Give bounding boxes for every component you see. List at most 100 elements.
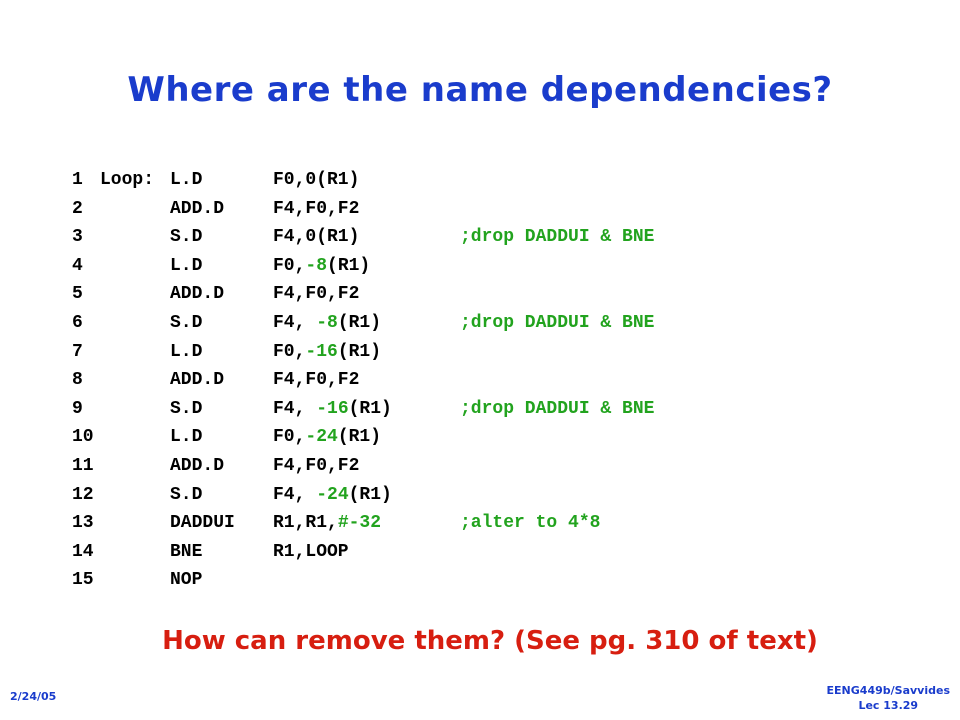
operands: F4, -24(R1) (273, 481, 460, 510)
operand-offset: -16 (316, 398, 349, 419)
operand-text: (R1) (337, 312, 382, 333)
code-line: 12 S.D F4, -24(R1) (72, 481, 654, 510)
operand-text: F4, (273, 398, 317, 419)
operand-offset: #-32 (337, 513, 382, 534)
footer-date: 2/24/05 (10, 690, 57, 703)
operands: F0,-24(R1) (273, 423, 460, 452)
code-line: 7 L.D F0,-16(R1) (72, 338, 654, 367)
line-comment: ;alter to 4*8 (460, 513, 601, 534)
code-line: 15 NOP (72, 566, 654, 595)
operands: F0,-8(R1) (273, 252, 460, 281)
code-line: 6 S.D F4, -8(R1) ;drop DADDUI & BNE (72, 309, 654, 338)
opcode: L.D (170, 341, 203, 362)
line-label (100, 481, 170, 510)
operand-offset: -24 (316, 484, 349, 505)
operand-text: (R1) (327, 255, 371, 276)
opcode: L.D (170, 170, 203, 190)
code-listing: 1 Loop: L.D F0,0(R1) 2 ADD.D F4,F0,F2 3 S.D F4,0(… (72, 166, 654, 595)
line-label (100, 280, 170, 309)
operands: F4,F0,F2 (273, 366, 460, 395)
code-line: 3 S.D F4,0(R1) ;drop DADDUI & BNE (72, 223, 654, 252)
slide-title: Where are the name dependencies? (127, 70, 833, 110)
code-line: 10 L.D F0,-24(R1) (72, 423, 654, 452)
operand-text: F4, (273, 484, 317, 505)
line-label (100, 538, 170, 567)
code-line: 5 ADD.D F4,F0,F2 (72, 280, 654, 309)
operand-offset: -8 (305, 255, 328, 276)
operands: F4,F0,F2 (273, 280, 460, 309)
line-label (100, 252, 170, 281)
line-number: 4 (72, 255, 83, 276)
opcode: ADD.D (170, 198, 225, 219)
line-number: 13 (72, 513, 94, 534)
line-label (100, 452, 170, 481)
line-label (100, 338, 170, 367)
operands: F4, -16(R1) (273, 395, 460, 424)
footer-lecture: Lec 13.29 (858, 699, 919, 712)
code-line: 13 DADDUI R1,R1,#-32 ;alter to 4*8 (72, 509, 654, 538)
operand-text: F4,F0,F2 (273, 198, 360, 219)
operands: F4,F0,F2 (273, 452, 460, 481)
opcode: BNE (170, 541, 203, 562)
operand-text: F0, (273, 255, 306, 276)
operands: F4,0(R1) (273, 223, 460, 252)
operand-text: F4,F0,F2 (273, 455, 360, 476)
line-number: 11 (72, 455, 94, 476)
operand-text: (R1) (337, 427, 382, 448)
line-label (100, 366, 170, 395)
operands: R1,LOOP (273, 538, 460, 567)
line-number: 14 (72, 541, 94, 562)
opcode: ADD.D (170, 284, 225, 305)
line-number: 9 (72, 398, 83, 419)
opcode: L.D (170, 427, 203, 448)
line-number: 3 (72, 227, 83, 248)
operand-text: R1,R1, (273, 513, 338, 534)
operand-text: (R1) (348, 484, 392, 505)
operand-text: F0,0(R1) (273, 170, 360, 190)
operands: R1,R1,#-32 (273, 509, 460, 538)
operands: F4,F0,F2 (273, 195, 460, 224)
operand-offset: -24 (305, 427, 338, 448)
operand-text: F4,F0,F2 (273, 284, 360, 305)
operand-text: F4, (273, 312, 317, 333)
operand-offset: -16 (305, 341, 338, 362)
operand-text: F0, (273, 427, 306, 448)
code-line: 4 L.D F0,-8(R1) (72, 252, 654, 281)
code-line: 2 ADD.D F4,F0,F2 (72, 195, 654, 224)
opcode: L.D (170, 255, 203, 276)
line-number: 5 (72, 284, 83, 305)
opcode: S.D (170, 398, 203, 419)
line-label (100, 509, 170, 538)
code-line: 14 BNE R1,LOOP (72, 538, 654, 567)
question-text: How can remove them? (See pg. 310 of tex… (162, 626, 818, 656)
operand-text: F4,0(R1) (273, 227, 360, 248)
operand-text: (R1) (337, 341, 382, 362)
opcode: S.D (170, 227, 203, 248)
operands: F0,-16(R1) (273, 338, 460, 367)
footer-course: EENG449b/Savvides (826, 684, 950, 697)
opcode: DADDUI (170, 513, 235, 534)
line-number: 12 (72, 484, 94, 505)
line-label (100, 423, 170, 452)
operands (273, 566, 460, 595)
line-comment: ;drop DADDUI & BNE (460, 312, 655, 333)
operand-text: F4,F0,F2 (273, 370, 360, 391)
line-label (100, 223, 170, 252)
line-comment: ;drop DADDUI & BNE (460, 227, 655, 248)
line-label (100, 566, 170, 595)
footer-course-info: EENG449b/Savvides Lec 13.29 (827, 683, 950, 713)
operand-offset: -8 (316, 312, 338, 333)
line-label (100, 395, 170, 424)
line-number: 2 (72, 198, 83, 219)
code-line: 11 ADD.D F4,F0,F2 (72, 452, 654, 481)
line-number: 15 (72, 570, 94, 591)
line-number: 10 (72, 427, 94, 448)
line-label (100, 195, 170, 224)
opcode: ADD.D (170, 370, 225, 391)
operands: F4, -8(R1) (273, 309, 460, 338)
line-number: 8 (72, 370, 83, 391)
code-line: 9 S.D F4, -16(R1) ;drop DADDUI & BNE (72, 395, 654, 424)
operand-text: F0, (273, 341, 306, 362)
opcode: ADD.D (170, 455, 225, 476)
line-comment: ;drop DADDUI & BNE (460, 398, 655, 419)
